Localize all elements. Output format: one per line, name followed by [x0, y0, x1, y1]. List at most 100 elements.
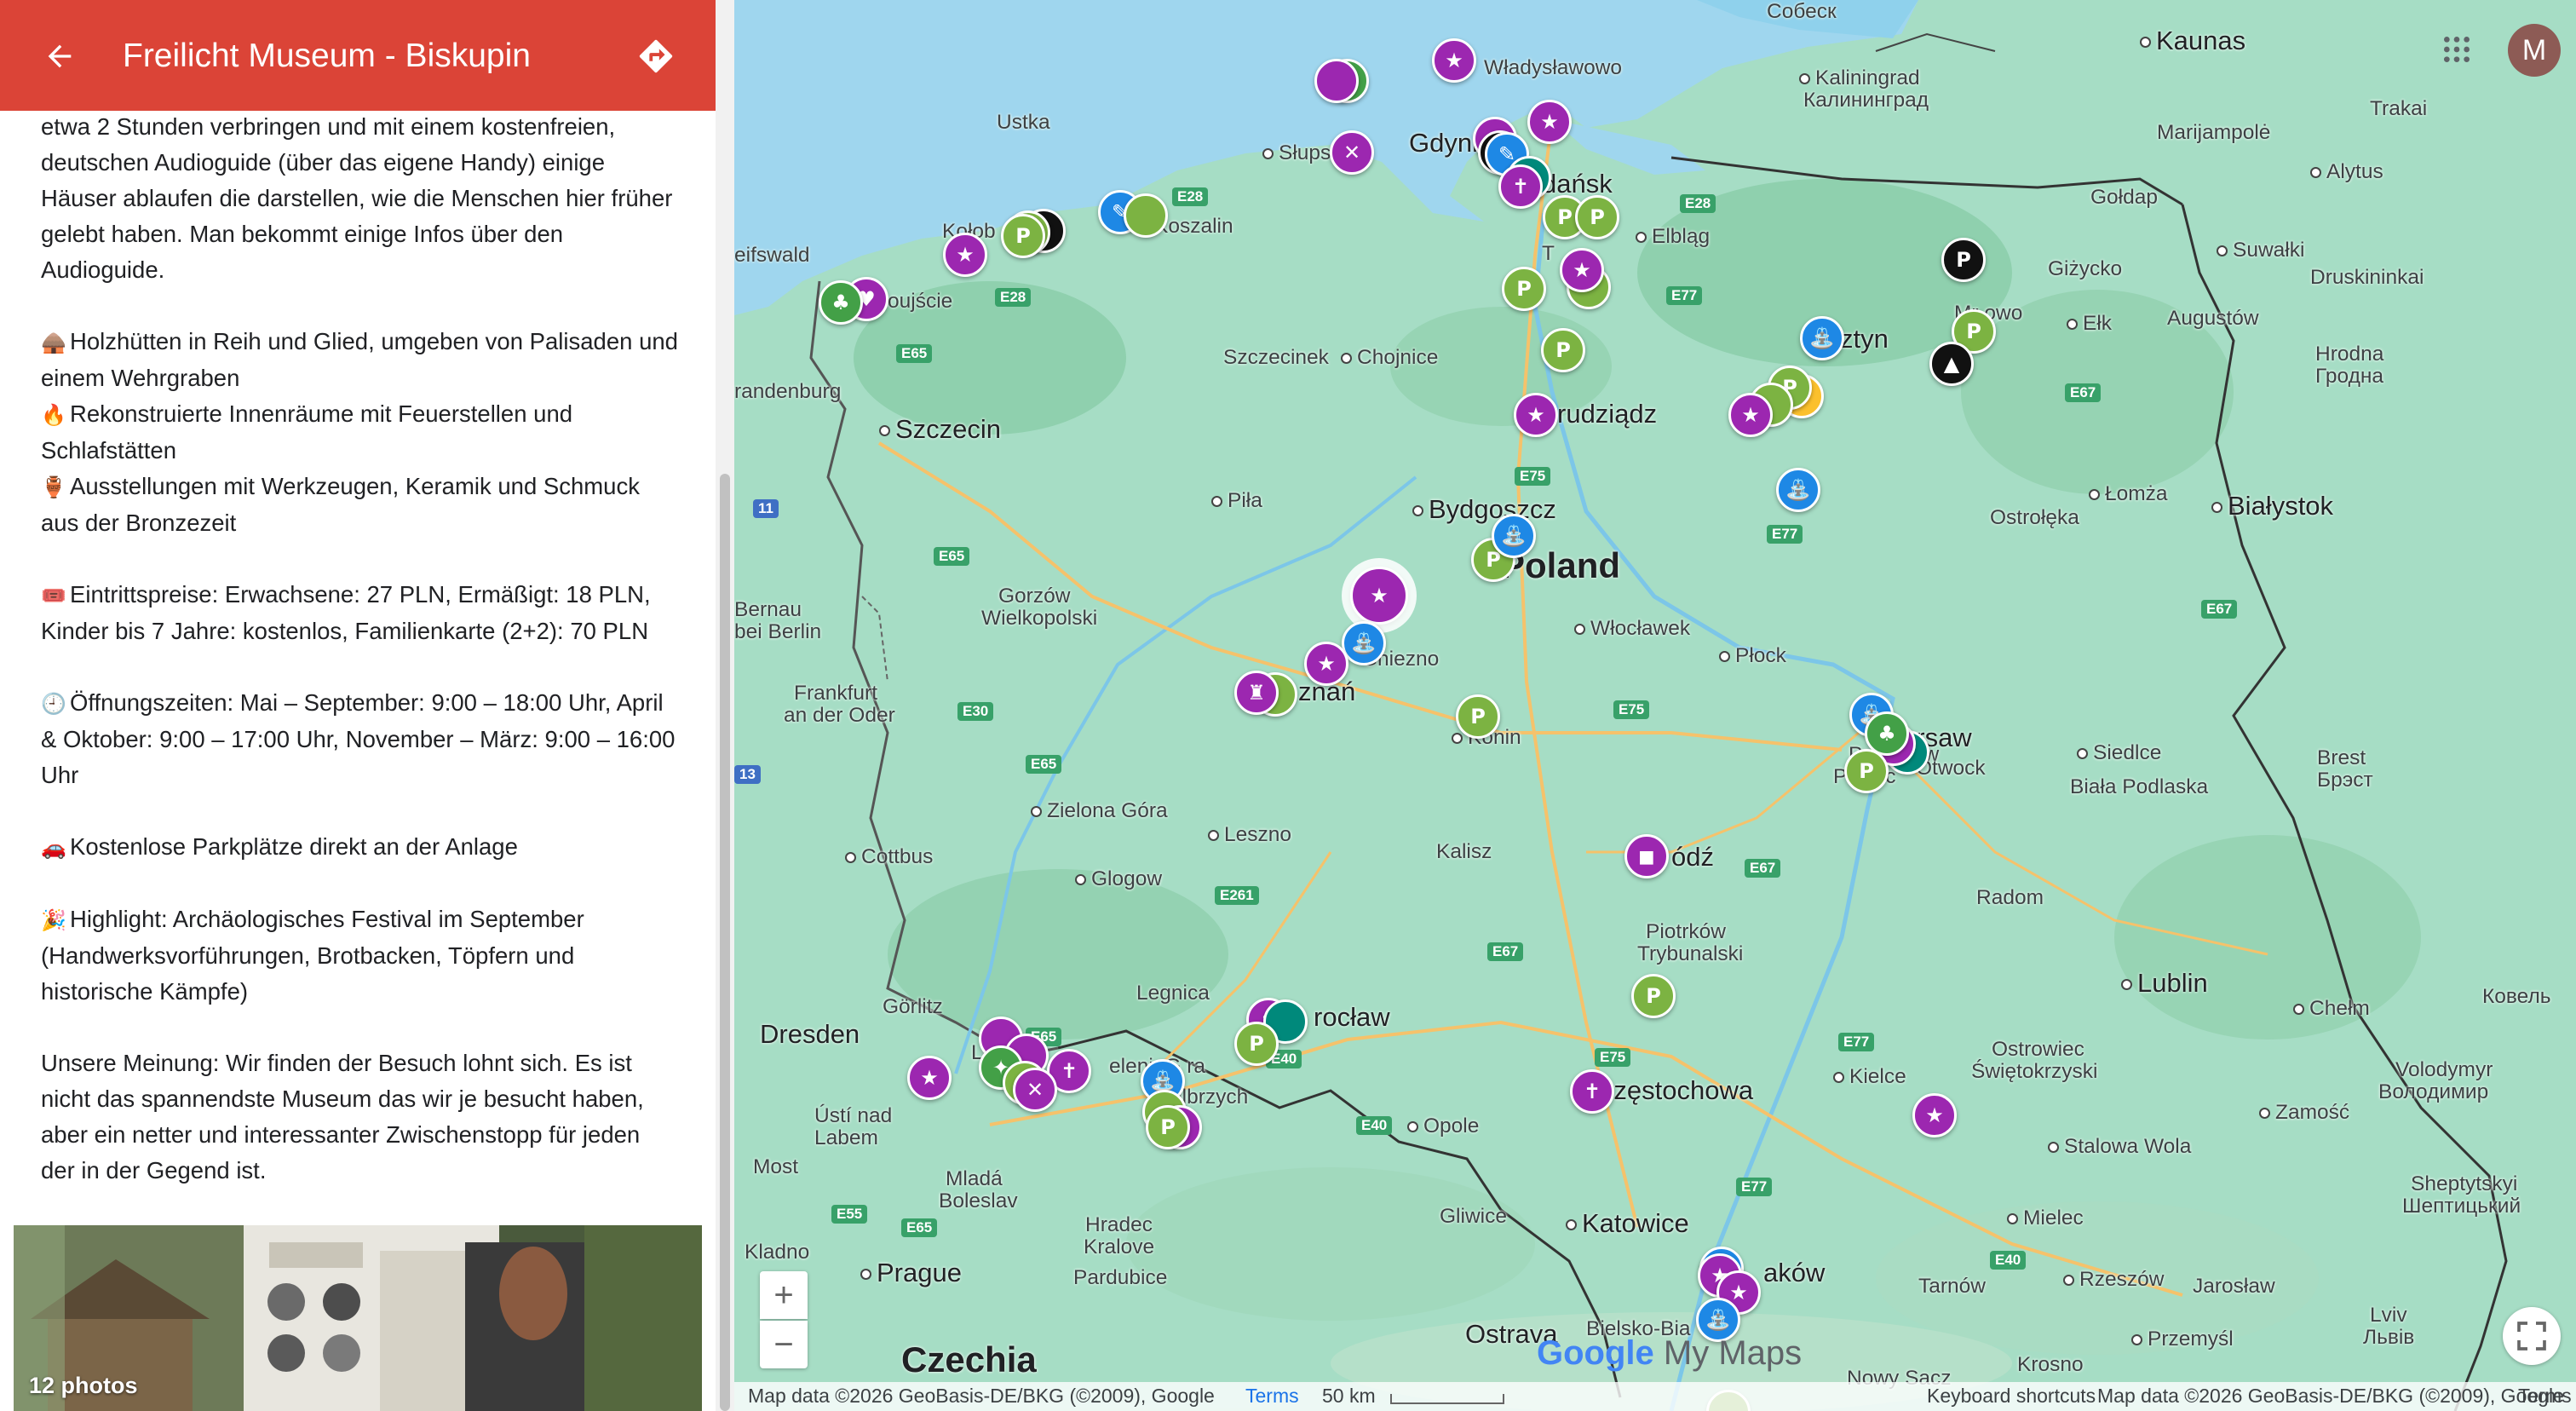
poi-marker[interactable] [1314, 59, 1359, 103]
map-label: an der Oder [784, 704, 895, 727]
keyboard-shortcuts-link[interactable]: Keyboard shortcuts [1927, 1385, 2096, 1408]
poi-marker[interactable]: ♜ [1234, 671, 1279, 715]
poi-marker[interactable]: ⛲ [1342, 621, 1386, 665]
map-label: Ełk [2067, 312, 2112, 336]
poi-marker[interactable]: ★ [1560, 248, 1604, 292]
map-label: Ostrowiec [1992, 1038, 2084, 1061]
poi-marker[interactable]: ★ [1527, 100, 1572, 144]
panel-header: Freilicht Museum - Biskupin [0, 0, 716, 111]
poi-marker[interactable]: ★ [943, 233, 987, 277]
map-label: Mladá [946, 1167, 1003, 1190]
selected-poi-marker[interactable]: ★ [1350, 567, 1408, 625]
road-shield: E77 [1838, 1033, 1875, 1051]
poi-marker[interactable]: P [1631, 974, 1676, 1018]
map-label: Kaunas [2140, 26, 2245, 56]
poi-marker[interactable]: P [1575, 195, 1619, 239]
poi-marker[interactable]: ⛲ [1492, 514, 1536, 558]
map-label: Wielkopolski [981, 607, 1098, 630]
map-label: rudziądz [1557, 399, 1658, 429]
map-label: Przemyśl [2131, 1327, 2234, 1351]
poi-marker[interactable] [1124, 193, 1168, 238]
terms-link[interactable]: Terms [2518, 1385, 2572, 1408]
place-description: etwa 2 Stunden verbringen und mit einem … [41, 109, 680, 1189]
road-shield: E75 [1613, 700, 1650, 719]
poi-marker[interactable]: ♣ [819, 280, 863, 325]
poi-marker[interactable]: ★ [907, 1056, 952, 1100]
poi-marker[interactable]: ★ [1432, 38, 1476, 83]
map-label: bei Berlin [734, 620, 822, 643]
map-label: Lublin [2121, 968, 2208, 999]
poi-marker[interactable]: P [1502, 267, 1546, 311]
photo-gallery[interactable]: 12 photos [14, 1225, 702, 1411]
map-label: Druskininkai [2310, 266, 2424, 289]
poi-marker[interactable]: ⛲ [1776, 468, 1820, 512]
poi-marker[interactable]: P [1844, 749, 1889, 793]
ticket-icon: 🎟️ [41, 584, 66, 608]
map-label: Siedlce [2077, 741, 2161, 765]
map-label: oujście [888, 290, 953, 313]
map-label: Trakai [2370, 97, 2428, 120]
road-shield: E77 [1666, 286, 1703, 305]
map-label: Gliwice [1440, 1205, 1507, 1228]
map-label: Lviv [2370, 1304, 2407, 1327]
map-label: Львів [2363, 1326, 2415, 1349]
map-canvas[interactable]: Собеск Kaunas Ustka Władysławowo Kalinin… [734, 0, 2576, 1411]
map-label: Marijampolė [2157, 121, 2271, 144]
poi-marker[interactable]: P [1941, 238, 1986, 282]
poi-marker[interactable]: P [1001, 214, 1045, 258]
poi-marker[interactable]: ✝ [1498, 164, 1543, 209]
directions-button[interactable] [629, 31, 683, 82]
road-shield: E67 [1745, 859, 1781, 878]
map-label: Frankfurt [794, 682, 878, 705]
map-label: Ostrołęka [1990, 506, 2079, 529]
fullscreen-corners-icon [2517, 1322, 2546, 1351]
party-icon: 🎉 [41, 908, 66, 932]
poi-marker[interactable]: ✝ [1570, 1069, 1614, 1114]
zoom-out-button[interactable]: − [760, 1321, 808, 1368]
poi-marker[interactable]: ⛲ [1800, 316, 1844, 360]
map-label: Zielona Góra [1031, 799, 1168, 823]
map-label: Dresden [760, 1019, 860, 1049]
attribution-bar: Map data ©2026 GeoBasis-DE/BKG (©2009), … [734, 1382, 2576, 1411]
poi-marker[interactable]: ◼ [1624, 834, 1669, 878]
poi-marker[interactable]: P [1541, 328, 1585, 372]
map-label: eifswald [734, 244, 810, 267]
poi-marker[interactable]: ▲ [1929, 342, 1974, 386]
map-label: Pardubice [1073, 1266, 1168, 1289]
road-shield: E65 [901, 1218, 938, 1237]
directions-icon [639, 39, 673, 73]
scrollbar-thumb[interactable] [720, 474, 730, 1411]
map-label: Piła [1211, 489, 1262, 513]
map-label: ódź [1671, 842, 1714, 872]
road-shield: E65 [896, 344, 933, 363]
map-label: Częstochowa [1595, 1075, 1754, 1105]
poi-marker[interactable]: ★ [1514, 393, 1558, 437]
prices-line: 🎟️ Eintrittspreise: Erwachsene: 27 PLN, E… [41, 577, 680, 649]
poi-marker[interactable]: P [1234, 1022, 1279, 1066]
apps-grid-icon[interactable] [2440, 32, 2474, 66]
poi-marker[interactable]: ★ [1912, 1093, 1957, 1137]
map-label: Gorzów [998, 585, 1071, 608]
poi-marker[interactable]: P [1146, 1105, 1190, 1149]
poi-marker[interactable]: ✕ [1330, 130, 1374, 175]
feature-line: 🔥 Rekonstruierte Innenräume mit Feuerstel… [41, 396, 680, 469]
map-label: Łomża [2089, 482, 2168, 506]
poi-marker[interactable]: ✕ [1013, 1068, 1057, 1112]
map-label: Władysławowo [1484, 56, 1623, 79]
zoom-in-button[interactable]: + [760, 1271, 808, 1319]
terms-link[interactable]: Terms [1245, 1385, 1299, 1408]
poi-marker[interactable]: ★ [1304, 642, 1348, 686]
fit-map-button[interactable] [2503, 1307, 2561, 1365]
map-label: Калининград [1803, 89, 1929, 112]
map-label: Ustka [997, 111, 1050, 134]
scale-bar [1390, 1394, 1504, 1404]
road-shield: E28 [1172, 187, 1209, 206]
account-avatar[interactable]: M [2508, 24, 2561, 77]
map-label: Володимир [2378, 1080, 2489, 1103]
poi-marker[interactable]: ★ [1728, 393, 1773, 437]
map-label: Katowice [1566, 1208, 1689, 1239]
map-label: Szczecinek [1223, 346, 1329, 369]
back-button[interactable] [36, 32, 83, 80]
poi-marker[interactable]: P [1456, 694, 1500, 739]
road-shield: E28 [1680, 194, 1716, 213]
